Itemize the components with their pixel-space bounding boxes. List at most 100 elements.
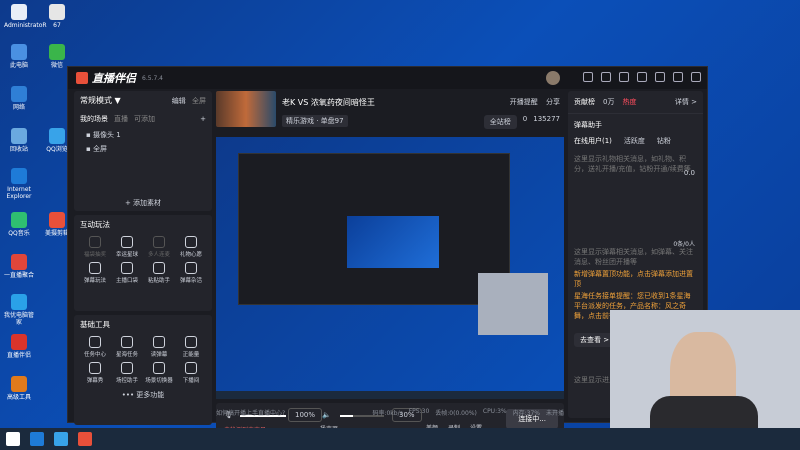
heat-label: 热度 [622, 98, 637, 106]
cpu: CPU:3% [482, 408, 507, 415]
tool-item[interactable]: 星海任务 [112, 336, 142, 358]
webcam-feed [610, 310, 800, 428]
tool-label: 星海任务 [115, 352, 138, 358]
fullscreen-button[interactable]: 全屏 [192, 97, 206, 105]
headset-icon[interactable] [601, 72, 611, 82]
windows-start-icon[interactable] [6, 432, 20, 446]
maximize-icon[interactable] [673, 72, 683, 82]
tab-addable[interactable]: 可添加 [134, 114, 155, 124]
danmu-message: 这里显示弹幕相关消息，如弹幕、关注消息、粉丝团开播等 [574, 248, 693, 266]
edit-button[interactable]: 编辑 [172, 97, 186, 105]
tab-diamond-fans[interactable]: 钻粉 [657, 136, 671, 146]
feedback-icon[interactable] [619, 72, 629, 82]
room-category[interactable]: 精乐游戏 · 单盘97 [282, 115, 348, 127]
tool-item[interactable]: 主播口袋 [112, 262, 142, 284]
tool-item[interactable]: 任务中心 [80, 336, 110, 358]
tool-item[interactable]: 幸运星球 [112, 236, 142, 258]
source-item[interactable]: ▪ 摄像头 1 [86, 130, 206, 140]
add-source-button[interactable]: + 添加素材 [80, 198, 206, 208]
tool-label: 下播间 [182, 378, 200, 384]
source-list: ▪ 摄像头 1 ▪ 全屏 [80, 130, 206, 154]
dropped-frames: 丢帧:0(0.00%) [435, 410, 477, 417]
tool-icon [121, 236, 133, 248]
tool-item[interactable]: 场控助手 [112, 362, 142, 384]
tab-live[interactable]: 直播 [114, 114, 128, 124]
help-link[interactable]: 如何搞开播上手直播中心? [216, 408, 285, 420]
memory: 内存:37% [512, 410, 540, 417]
live-companion-taskbar-icon[interactable] [78, 432, 92, 446]
tool-item[interactable]: 读弹幕 [144, 336, 174, 358]
tool-item[interactable]: 弹幕秀 [80, 362, 110, 384]
tool-icon [185, 336, 197, 348]
message-icon[interactable] [583, 72, 593, 82]
source-item[interactable]: ▪ 全屏 [86, 144, 206, 154]
minimize-icon[interactable] [655, 72, 665, 82]
desktop-icon-admin[interactable]: AdministratoR [4, 4, 47, 29]
room-title[interactable]: 老K VS 浓氧药夜间暗怪王 [282, 97, 375, 108]
tab-contrib[interactable]: 贡献榜 [574, 97, 595, 107]
tool-label: 弹幕玩法 [83, 278, 106, 284]
notice-pin: 新增弹幕置顶功能，点击弹幕添加进置顶 [574, 270, 693, 288]
tool-label: 弹幕杂活 [179, 278, 202, 284]
tool-icon [185, 362, 197, 374]
desktop-icon-manager[interactable]: 我优电脑管家 [4, 294, 34, 326]
person-shirt [650, 396, 758, 428]
tool-item[interactable]: 多人连麦 [144, 236, 174, 258]
add-scene-icon[interactable]: + [200, 115, 206, 123]
gift-icon[interactable] [637, 72, 647, 82]
basic-tools-panel: 基础工具 任务中心 星海任务 读弹幕 正能量弹幕秀 场控助手 场景切换器 下播间 ••• 更… [74, 315, 212, 425]
desktop-icon-network[interactable]: 网络 [4, 86, 34, 111]
tool-label: 任务中心 [83, 352, 106, 358]
detail-link[interactable]: 详情 > [675, 97, 697, 107]
tool-label: 主播口袋 [115, 278, 138, 284]
status-bar: 如何搞开播上手直播中心? 码率:0kb/s FPS:30 丢帧:0(0.00%)… [216, 408, 564, 420]
more-features-button[interactable]: ••• 更多功能 [80, 390, 206, 400]
tool-item[interactable]: 下播间 [176, 362, 206, 384]
tool-label: 多人连麦 [147, 252, 170, 258]
tool-icon [153, 262, 165, 274]
tool-item[interactable]: 弹幕玩法 [80, 262, 110, 284]
user-avatar[interactable] [546, 71, 560, 85]
room-cover[interactable] [216, 91, 276, 127]
desktop-icon-ie[interactable]: Internet Explorer [4, 168, 34, 200]
open-reminder-button[interactable]: 开播提醒 [510, 98, 538, 106]
tool-item[interactable]: 弹幕杂活 [176, 262, 206, 284]
tool-item[interactable]: 礼物心愿 [176, 236, 206, 258]
scene-panel: 常规模式 ▼ 编辑 全屏 我的场景 直播 可添加 + ▪ 摄像头 1 ▪ 全屏 … [74, 91, 212, 211]
desktop-icon-recycle[interactable]: 回收站 [4, 128, 34, 153]
mode-select[interactable]: 常规模式 ▼ [80, 95, 121, 106]
share-button[interactable]: 分享 [546, 98, 560, 106]
header-actions: 开播提醒 分享 [510, 97, 560, 107]
close-icon[interactable] [691, 72, 701, 82]
tool-item[interactable]: 正能量 [176, 336, 206, 358]
tool-item[interactable]: 场景切换器 [144, 362, 174, 384]
desktop-icon-live-agg[interactable]: 一直播聚合 [4, 254, 34, 279]
browser-icon[interactable] [54, 432, 68, 446]
tool-item[interactable]: 粘贴助手 [144, 262, 174, 284]
left-panel: 常规模式 ▼ 编辑 全屏 我的场景 直播 可添加 + ▪ 摄像头 1 ▪ 全屏 … [74, 91, 212, 425]
stream-preview[interactable] [216, 137, 564, 399]
live-status: 未开播 [545, 410, 564, 417]
desktop-icon-computer[interactable]: 此电脑 [4, 44, 34, 69]
tab-my-scenes[interactable]: 我的场景 [80, 114, 108, 124]
tab-online-users[interactable]: 在线用户(1) [574, 136, 612, 146]
edge-icon[interactable] [30, 432, 44, 446]
goto-task-button[interactable]: 去查看 > [574, 333, 616, 347]
desktop-icon-67[interactable]: 67 [42, 4, 72, 29]
app-version: 6.5.7.4 [142, 74, 163, 82]
rank-badge[interactable]: 全站榜 [483, 115, 517, 129]
desktop-icon-tools[interactable]: 高级工具 [4, 376, 34, 401]
tool-label: 礼物心愿 [179, 252, 202, 258]
desktop-icon-qqmusic[interactable]: QQ音乐 [4, 212, 34, 237]
interactive-panel: 互动玩法 福袋抽奖 幸运星球 多人连麦 礼物心愿 弹幕玩法 主播口袋 粘贴助手 弹幕杂活 [74, 215, 212, 311]
tool-icon [185, 236, 197, 248]
basic-title: 基础工具 [80, 320, 110, 329]
desktop-icon-livecompanion[interactable]: 直播伴侣 [4, 334, 34, 359]
tool-label: 粘贴助手 [147, 278, 170, 284]
nested-taskbar [216, 391, 564, 399]
gift-total: 0.0 [683, 169, 695, 177]
tool-label: 读弹幕 [150, 352, 168, 358]
tool-item[interactable]: 福袋抽奖 [80, 236, 110, 258]
likes-count: 0 [522, 115, 528, 123]
tab-activity[interactable]: 活跃度 [624, 136, 645, 146]
